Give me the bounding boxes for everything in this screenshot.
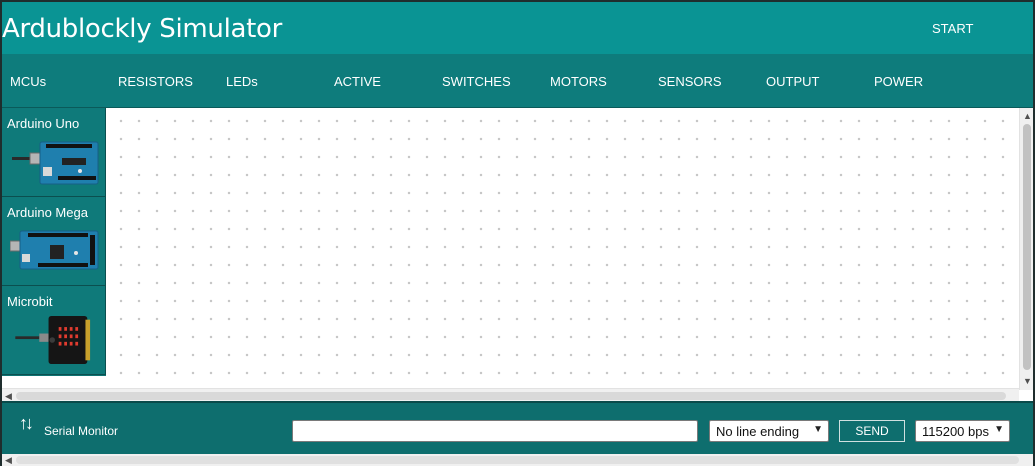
app-title: Ardublockly Simulator	[2, 14, 283, 44]
workspace: Arduino Uno Arduino Mega Microbit ▲ ▼ ◀	[2, 107, 1033, 402]
palette-item-label: Microbit	[7, 294, 53, 309]
line-ending-select[interactable]: No line ending ▼	[709, 420, 829, 442]
line-ending-value: No line ending	[716, 424, 800, 439]
chevron-down-icon: ▼	[994, 424, 1004, 435]
send-button[interactable]: SEND	[839, 420, 905, 442]
up-down-arrows-icon: ↑↓	[19, 413, 34, 433]
nav-item-power[interactable]: POWER	[874, 74, 923, 89]
chevron-down-icon: ▼	[813, 424, 823, 435]
breadboard-canvas[interactable]	[106, 108, 1019, 378]
arduino-mega-board-icon	[10, 230, 99, 270]
baud-rate-select[interactable]: 115200 bps ▼	[915, 420, 1010, 442]
component-category-nav: MCUs RESISTORS LEDs ACTIVE SWITCHES MOTO…	[2, 54, 1033, 107]
arduino-uno-board-icon	[12, 141, 99, 185]
scroll-left-icon[interactable]: ◀	[5, 391, 12, 401]
serial-input[interactable]	[292, 420, 698, 442]
nav-item-active[interactable]: ACTIVE	[334, 74, 381, 89]
palette-item-arduino-mega[interactable]: Arduino Mega	[2, 197, 106, 286]
mcu-palette: Arduino Uno Arduino Mega Microbit	[2, 108, 106, 376]
vertical-scrollbar[interactable]: ▲ ▼	[1019, 108, 1033, 390]
nav-item-sensors[interactable]: SENSORS	[658, 74, 722, 89]
app-window: Ardublockly Simulator START MCUs RESISTO…	[0, 0, 1035, 466]
scroll-down-icon[interactable]: ▼	[1023, 376, 1032, 386]
start-button[interactable]: START	[932, 21, 973, 36]
nav-item-motors[interactable]: MOTORS	[550, 74, 607, 89]
serial-monitor-bar: ↑↓ Serial Monitor No line ending ▼ SEND …	[2, 401, 1033, 454]
page-scroll-thumb[interactable]	[16, 456, 1019, 464]
palette-item-label: Arduino Uno	[7, 116, 80, 131]
horizontal-scrollbar[interactable]: ◀	[2, 388, 1019, 402]
horizontal-scroll-thumb[interactable]	[16, 392, 1006, 400]
serial-monitor-label: Serial Monitor	[44, 424, 119, 438]
nav-item-switches[interactable]: SWITCHES	[442, 74, 511, 89]
vertical-scroll-thumb[interactable]	[1023, 124, 1031, 370]
nav-item-output[interactable]: OUTPUT	[766, 74, 819, 89]
page-horizontal-scrollbar[interactable]: ◀	[2, 454, 1033, 466]
scroll-up-icon[interactable]: ▲	[1023, 111, 1032, 121]
palette-item-microbit[interactable]: Microbit	[2, 286, 106, 375]
header: Ardublockly Simulator START	[2, 2, 1033, 54]
palette-item-arduino-uno[interactable]: Arduino Uno	[2, 108, 106, 197]
nav-item-resistors[interactable]: RESISTORS	[118, 74, 193, 89]
baud-rate-value: 115200 bps	[922, 424, 989, 439]
palette-item-label: Arduino Mega	[7, 205, 88, 220]
scroll-left-icon[interactable]: ◀	[5, 455, 12, 465]
nav-item-leds[interactable]: LEDs	[226, 74, 258, 89]
nav-item-mcus[interactable]: MCUs	[10, 74, 46, 89]
microbit-board-icon	[15, 316, 91, 364]
